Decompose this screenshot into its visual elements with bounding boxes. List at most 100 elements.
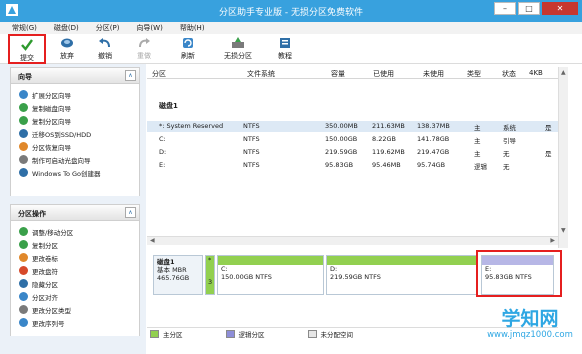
scroll-down-icon[interactable]: ▼	[561, 227, 566, 234]
disk-name: 磁盘1	[157, 258, 175, 266]
disk-card[interactable]: 磁盘1 基本 MBR 465.76GB	[153, 255, 203, 295]
cell-type: 主	[474, 124, 481, 132]
partition-block-d[interactable]: D: 219.59GB NTFS	[326, 255, 477, 295]
system-reserved-num: 3	[208, 278, 213, 286]
checkmark-icon	[21, 39, 33, 51]
system-reserved-block[interactable]: * 3	[205, 255, 215, 295]
horizontal-scrollbar[interactable]: ◀ ▶	[147, 236, 558, 245]
ops-item-label: 分区对齐	[32, 293, 58, 302]
partition-name-d: D:	[330, 265, 338, 273]
ops-item[interactable]: 更改序列号	[11, 316, 139, 329]
refresh-label: 刷新	[181, 52, 195, 60]
vertical-scrollbar[interactable]: ▲ ▼	[558, 67, 568, 248]
partition-bar-c	[218, 256, 323, 265]
wizard-item[interactable]: 制作可启动光盘向导	[11, 153, 139, 166]
partition-name-c: C:	[221, 265, 228, 273]
col-4kb[interactable]: 4KB	[529, 69, 543, 77]
ops-item[interactable]: 更改盘符	[11, 264, 139, 277]
partition-detail-c: 150.00GB NTFS	[221, 273, 272, 281]
scroll-right-icon[interactable]: ▶	[550, 237, 555, 244]
cell-fs: NTFS	[243, 122, 260, 130]
ops-panel-title: 分区操作	[18, 210, 46, 218]
align-icon	[19, 292, 28, 301]
menu-disk[interactable]: 磁盘(D)	[54, 22, 79, 34]
minimize-button[interactable]: –	[494, 2, 516, 15]
lossless-partition-icon	[232, 37, 244, 48]
wizard-item[interactable]: 分区恢复向导	[11, 140, 139, 153]
legend-unallocated: 未分配空间	[307, 329, 354, 339]
ops-collapse-icon[interactable]: ∧	[125, 207, 136, 218]
table-row[interactable]: E: NTFS 95.83GB 95.46MB 95.74GB 逻辑 无	[147, 160, 558, 171]
scroll-up-icon[interactable]: ▲	[561, 69, 566, 76]
col-free[interactable]: 未使用	[423, 69, 444, 79]
wizard-item[interactable]: 复制分区向导	[11, 114, 139, 127]
ops-item[interactable]: 隐藏分区	[11, 277, 139, 290]
ops-item[interactable]: 复制分区	[11, 238, 139, 251]
cell-status: 引导	[503, 137, 516, 145]
table-body: 磁盘1 *: System Reserved NTFS 350.00MB 211.63…	[147, 79, 558, 247]
ops-item-label: 更改卷标	[32, 254, 58, 263]
table-row[interactable]: D: NTFS 219.59GB 119.62MB 219.47GB 主 无 是	[147, 147, 558, 158]
wizard-item[interactable]: 扩展分区向导	[11, 88, 139, 101]
refresh-button[interactable]: 刷新	[173, 36, 203, 62]
lossless-partition-label: 无损分区	[224, 52, 252, 60]
table-row[interactable]: *: System Reserved NTFS 350.00MB 211.63MB 13…	[147, 121, 558, 132]
legend-primary-label: 主分区	[163, 331, 183, 339]
refresh-icon	[183, 38, 193, 48]
legend-unallocated-label: 未分配空间	[320, 331, 354, 339]
wizard-item-label: 制作可启动光盘向导	[32, 156, 91, 165]
wizard-item-label: Windows To Go创建器	[32, 169, 101, 178]
cell-align: 是	[545, 150, 552, 158]
wizard-item[interactable]: 复制磁盘向导	[11, 101, 139, 114]
ops-item-label: 隐藏分区	[32, 280, 58, 289]
menu-help[interactable]: 帮助(H)	[180, 22, 205, 34]
redo-label: 重做	[137, 52, 151, 60]
menu-general[interactable]: 常规(G)	[12, 22, 37, 34]
close-button[interactable]: ✕	[542, 2, 578, 15]
toolbar: 提交 放弃 撤销 重做 刷新 无损分区 教程	[0, 34, 582, 64]
commit-button[interactable]: 提交	[8, 34, 46, 64]
undo-icon	[99, 38, 110, 48]
wizard-collapse-icon[interactable]: ∧	[125, 70, 136, 81]
wizard-item[interactable]: 迁移OS到SSD/HDD	[11, 127, 139, 140]
col-partition[interactable]: 分区	[152, 69, 166, 79]
disk-group-header: 磁盘1	[159, 102, 178, 110]
label-icon	[19, 253, 28, 262]
wizard-item[interactable]: Windows To Go创建器	[11, 166, 139, 179]
discard-button[interactable]: 放弃	[52, 36, 82, 62]
cell-status: 无	[503, 150, 510, 158]
menu-wizard[interactable]: 向导(W)	[136, 22, 162, 34]
partition-block-c[interactable]: C: 150.00GB NTFS	[217, 255, 324, 295]
legend-logical: 逻辑分区	[225, 329, 265, 339]
table-row[interactable]: C: NTFS 150.00GB 8.22GB 141.78GB 主 引导	[147, 134, 558, 145]
maximize-button[interactable]: □	[518, 2, 540, 15]
legend-primary-swatch	[150, 330, 159, 338]
partition-recovery-icon	[19, 142, 28, 151]
lossless-partition-button[interactable]: 无损分区	[218, 36, 258, 62]
col-type[interactable]: 类型	[467, 69, 481, 79]
menu-partition[interactable]: 分区(P)	[96, 22, 120, 34]
wizard-list: 扩展分区向导 复制磁盘向导 复制分区向导 迁移OS到SSD/HDD 分区恢复向导制作可启…	[10, 84, 140, 196]
title-bar: 分区助手专业版 - 无损分区免费软件 – □ ✕	[0, 0, 582, 22]
col-capacity[interactable]: 容量	[331, 69, 345, 79]
ops-panel-header[interactable]: 分区操作 ∧	[10, 204, 140, 221]
ops-item[interactable]: 调整/移动分区	[11, 225, 139, 238]
ops-item[interactable]: 分区对齐	[11, 290, 139, 303]
redo-icon	[139, 38, 150, 48]
undo-button[interactable]: 撤销	[90, 36, 120, 62]
ops-list: 调整/移动分区 复制分区更改卷标 更改盘符隐藏分区分区对齐 更改分区类型 更改序列号	[10, 221, 140, 336]
cell-free: 141.78GB	[417, 135, 450, 143]
scroll-left-icon[interactable]: ◀	[150, 237, 155, 244]
cell-capacity: 219.59GB	[325, 148, 358, 156]
ops-item[interactable]: 更改分区类型	[11, 303, 139, 316]
cell-partition: D:	[159, 148, 167, 156]
tutorial-button[interactable]: 教程	[270, 36, 300, 62]
col-status[interactable]: 状态	[502, 69, 516, 79]
wizard-panel-header[interactable]: 向导 ∧	[10, 67, 140, 84]
ops-item[interactable]: 更改卷标	[11, 251, 139, 264]
cell-fs: NTFS	[243, 135, 260, 143]
redo-button[interactable]: 重做	[129, 36, 159, 62]
col-used[interactable]: 已使用	[373, 69, 394, 79]
cell-status: 系统	[503, 124, 516, 132]
col-filesystem[interactable]: 文件系统	[247, 69, 275, 79]
